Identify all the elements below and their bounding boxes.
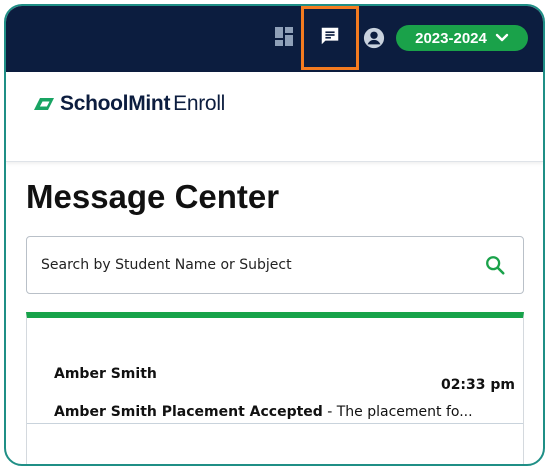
message-snippet: - The placement fo... <box>322 404 473 420</box>
top-navbar: 2023-2024 <box>6 6 543 72</box>
message-time: 02:33 pm <box>440 377 515 393</box>
search-icon[interactable] <box>484 254 506 276</box>
page-title: Message Center <box>26 178 280 215</box>
brand-bar: SchoolMint Enroll <box>6 72 543 162</box>
brand-name: SchoolMint <box>60 92 171 115</box>
school-year-select[interactable]: 2023-2024 <box>396 25 528 51</box>
profile-icon[interactable] <box>362 26 386 50</box>
message-item[interactable]: Amber Smith 02:33 pm Amber Smith Placeme… <box>27 318 523 424</box>
search-box <box>26 236 524 294</box>
logo-mark-icon <box>34 98 54 110</box>
messages-button[interactable] <box>301 6 359 70</box>
message-list: Amber Smith 02:33 pm Amber Smith Placeme… <box>26 312 524 464</box>
app-window: 2023-2024 SchoolMint Enroll Message Cent… <box>4 4 545 466</box>
brand-product: Enroll <box>173 92 226 115</box>
chevron-down-icon <box>495 30 509 47</box>
messages-icon <box>319 25 341 51</box>
search-input[interactable] <box>41 237 461 293</box>
schoolmint-logo[interactable]: SchoolMint Enroll <box>34 92 225 116</box>
dashboard-icon[interactable] <box>274 26 296 48</box>
message-sender: Amber Smith <box>54 366 157 382</box>
message-preview: Amber Smith Placement Accepted - The pla… <box>54 404 514 420</box>
message-subject: Amber Smith Placement Accepted <box>54 404 323 420</box>
school-year-label: 2023-2024 <box>415 29 487 47</box>
